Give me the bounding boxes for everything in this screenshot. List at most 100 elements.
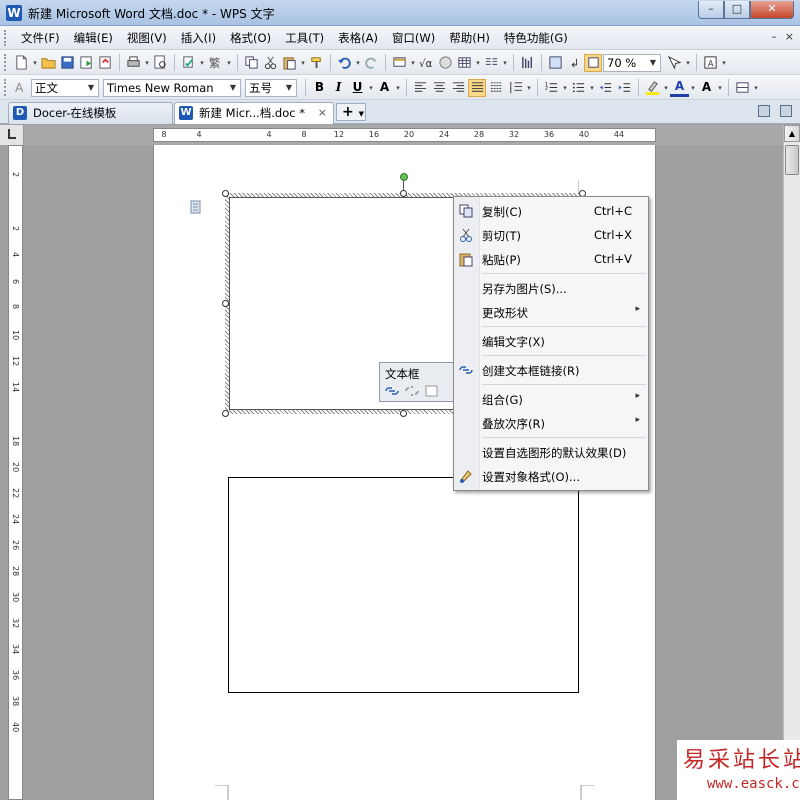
traditional-simplified-icon[interactable]: 繁 — [206, 54, 224, 72]
resize-handle[interactable] — [400, 190, 407, 197]
print-dropdown-icon[interactable]: ▾ — [143, 59, 151, 67]
undo-icon[interactable] — [335, 54, 353, 72]
align-justify-icon[interactable] — [468, 78, 486, 97]
toolbar-options-icon[interactable]: ▾ — [720, 59, 728, 67]
numbering-icon[interactable]: 12 — [542, 79, 560, 97]
scroll-up-icon[interactable]: ▲ — [784, 125, 800, 142]
doc-close-button[interactable]: × — [785, 30, 794, 43]
menu-window[interactable]: 窗口(W) — [385, 30, 442, 46]
close-button[interactable]: ✕ — [750, 1, 794, 19]
text-direction-icon[interactable]: A — [701, 54, 719, 72]
paste-toolbar-icon[interactable] — [280, 54, 298, 72]
menu-item-set-default[interactable]: 设置自选图形的默认效果(D) — [454, 441, 648, 463]
highlight-dropdown-icon[interactable]: ▾ — [662, 84, 670, 92]
toolbar-grip[interactable] — [4, 79, 8, 96]
decrease-indent-icon[interactable] — [596, 79, 614, 97]
menu-item-order[interactable]: 叠放次序(R) ▸ — [454, 412, 648, 434]
menu-item-save-as-image[interactable]: 另存为图片(S)... — [454, 277, 648, 299]
show-marks-icon[interactable]: ↲ — [565, 54, 583, 72]
undo-dropdown-icon[interactable]: ▾ — [354, 59, 362, 67]
menu-item-format-object[interactable]: 设置对象格式(O)... — [454, 465, 648, 487]
font-select[interactable]: Times New Roman ▼ — [103, 78, 241, 97]
italic-button[interactable]: I — [329, 78, 348, 97]
distribute-icon[interactable] — [487, 79, 505, 97]
menu-grip[interactable] — [4, 30, 8, 46]
insert-textbox-icon[interactable] — [390, 54, 408, 72]
spell-check-icon[interactable] — [179, 54, 197, 72]
menu-format[interactable]: 格式(O) — [223, 30, 278, 46]
menu-special[interactable]: 特色功能(G) — [497, 30, 575, 46]
help-dropdown-icon[interactable]: ▾ — [684, 59, 692, 67]
line-spacing-icon[interactable] — [506, 79, 524, 97]
menu-item-cut[interactable]: 剪切(T) Ctrl+X — [454, 224, 648, 246]
scroll-thumb[interactable] — [785, 145, 799, 175]
menu-insert[interactable]: 插入(I) — [174, 30, 223, 46]
format-painter-icon[interactable] — [307, 54, 325, 72]
menu-item-copy[interactable]: 复制(C) Ctrl+C — [454, 200, 648, 222]
copy-toolbar-icon[interactable] — [242, 54, 260, 72]
print-icon[interactable] — [124, 54, 142, 72]
menu-item-edit-text[interactable]: 编辑文字(X) — [454, 330, 648, 352]
open-folder-icon[interactable] — [39, 54, 57, 72]
align-left-icon[interactable] — [411, 79, 429, 97]
export-pdf-icon[interactable] — [77, 54, 95, 72]
tab-document[interactable]: W 新建 Micr...档.doc * × — [174, 102, 334, 124]
create-link-icon[interactable] — [384, 383, 400, 399]
insert-formula-icon[interactable]: √α — [417, 54, 435, 72]
resize-handle[interactable] — [222, 410, 229, 417]
new-dropdown-icon[interactable]: ▾ — [31, 59, 39, 67]
menu-edit[interactable]: 编辑(E) — [67, 30, 120, 46]
bullets-icon[interactable] — [569, 79, 587, 97]
borders-icon[interactable] — [733, 79, 751, 97]
tab-docer[interactable]: D Docer-在线模板 — [8, 102, 173, 124]
textbox-dropdown-icon[interactable]: ▾ — [409, 59, 417, 67]
grow-font-button[interactable]: A — [697, 78, 716, 97]
font-size-select[interactable]: 五号 ▼ — [245, 78, 297, 97]
drawing-toolbar-icon[interactable] — [518, 54, 536, 72]
break-link-icon[interactable] — [404, 383, 420, 399]
toolbar-grip[interactable] — [4, 54, 8, 71]
align-center-icon[interactable] — [430, 79, 448, 97]
menu-item-create-link[interactable]: 创建文本框链接(R) — [454, 359, 648, 381]
rotation-handle[interactable] — [400, 173, 408, 181]
redo-icon[interactable] — [362, 54, 380, 72]
tile-windows-icon[interactable] — [758, 105, 770, 117]
help-pointer-icon[interactable] — [665, 54, 683, 72]
highlight-icon[interactable] — [643, 79, 661, 97]
menu-help[interactable]: 帮助(H) — [442, 30, 497, 46]
vertical-ruler[interactable]: 2 2 4 6 8 10 12 14 18 20 22 24 26 28 30 32 34 36 38 40 — [8, 145, 23, 800]
send-mail-icon[interactable] — [96, 54, 114, 72]
styles-pane-icon[interactable]: A — [12, 79, 30, 97]
increase-indent-icon[interactable] — [615, 79, 633, 97]
columns-icon[interactable] — [482, 54, 500, 72]
new-tab-button[interactable]: + ▼ — [336, 103, 366, 121]
insert-table-icon[interactable] — [455, 54, 473, 72]
font-color-button[interactable]: A — [670, 78, 689, 97]
doc-minimize-button[interactable]: – — [771, 30, 777, 43]
table-dropdown-icon[interactable]: ▾ — [474, 59, 482, 67]
convert-dropdown-icon[interactable]: ▾ — [225, 59, 233, 67]
line-spacing-dropdown-icon[interactable]: ▾ — [525, 84, 533, 92]
resize-handle[interactable] — [400, 410, 407, 417]
tab-list-icon[interactable] — [780, 105, 792, 117]
horizontal-ruler[interactable]: 8 4 4 8 12 16 20 24 28 32 36 40 44 — [0, 125, 800, 145]
menu-item-paste[interactable]: 粘贴(P) Ctrl+V — [454, 248, 648, 270]
restore-button[interactable]: □ — [724, 1, 750, 19]
menu-file[interactable]: 文件(F) — [14, 30, 67, 46]
resize-handle[interactable] — [222, 190, 229, 197]
underline-button[interactable]: U — [348, 78, 367, 97]
cut-toolbar-icon[interactable] — [261, 54, 279, 72]
textbox[interactable] — [228, 477, 579, 693]
zoom-select[interactable]: 70 % ▼ — [603, 53, 661, 72]
document-map-icon[interactable] — [546, 54, 564, 72]
align-right-icon[interactable] — [449, 79, 467, 97]
menu-item-group[interactable]: 组合(G) ▸ — [454, 388, 648, 410]
columns-dropdown-icon[interactable]: ▾ — [501, 59, 509, 67]
close-icon[interactable]: × — [318, 103, 327, 123]
paste-options-icon[interactable] — [190, 200, 204, 214]
new-document-icon[interactable] — [12, 54, 30, 72]
paste-dropdown-icon[interactable]: ▾ — [299, 59, 307, 67]
menu-tools[interactable]: 工具(T) — [278, 30, 331, 46]
resize-handle[interactable] — [222, 300, 229, 307]
prev-textbox-icon[interactable] — [424, 383, 440, 399]
